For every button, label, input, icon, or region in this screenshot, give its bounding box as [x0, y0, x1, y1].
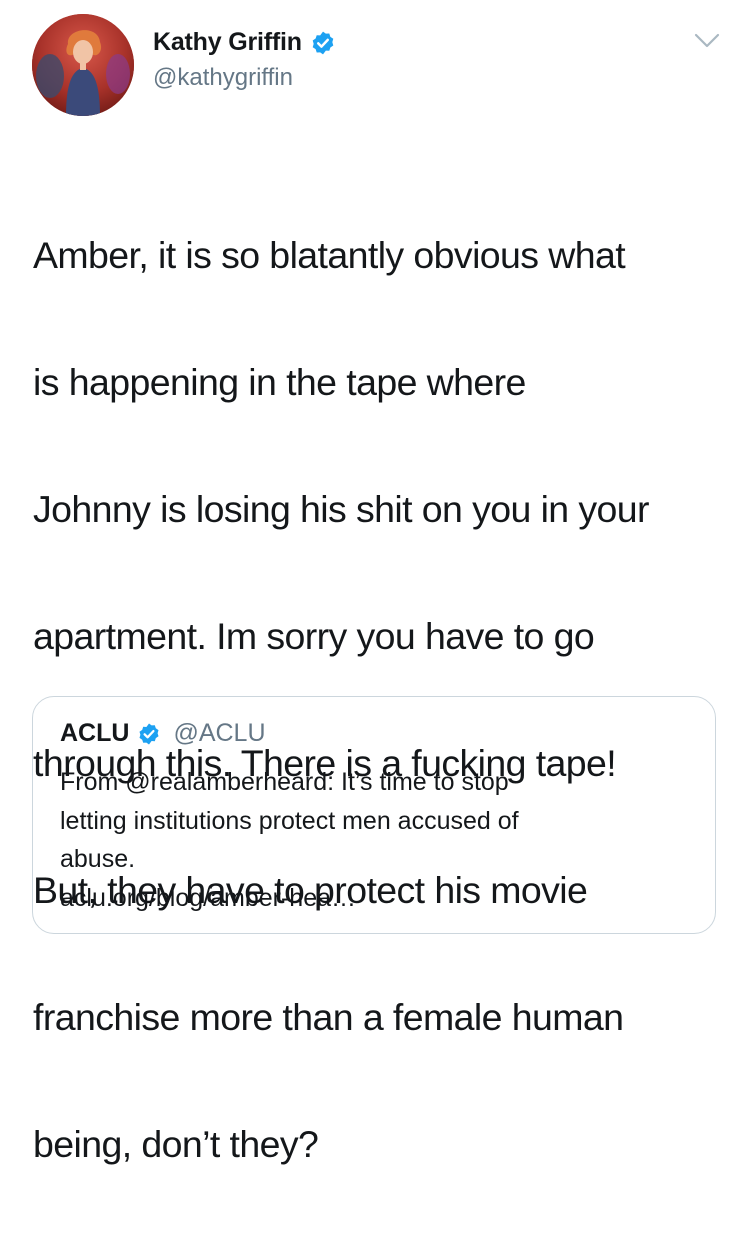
- tweet-text-line: apartment. Im sorry you have to go: [33, 614, 595, 657]
- author-name-row[interactable]: Kathy Griffin: [153, 28, 336, 57]
- quoted-text-line: abuse.: [60, 845, 136, 873]
- tweet-text-line: Amber, it is so blatantly obvious what: [33, 233, 626, 276]
- quoted-display-name: ACLU: [60, 719, 130, 747]
- quoted-tweet-card[interactable]: ACLU @ACLU From @realamberheard: It’s ti…: [32, 696, 716, 934]
- author-avatar[interactable]: [32, 14, 134, 116]
- chevron-down-icon[interactable]: [694, 32, 720, 50]
- quoted-text-line: From @realamberheard: It’s time to stop: [60, 768, 509, 796]
- quoted-text-line: letting institutions protect men accused…: [60, 806, 519, 835]
- tweet-text-line: is happening in the tape where: [33, 360, 526, 403]
- author-handle[interactable]: @kathygriffin: [153, 64, 293, 92]
- quoted-tweet-header: ACLU @ACLU: [60, 719, 266, 748]
- author-display-name[interactable]: Kathy Griffin: [153, 28, 302, 57]
- tweet-text-line: franchise more than a female human: [33, 995, 624, 1038]
- verified-badge-icon: [139, 723, 159, 744]
- quoted-tweet-text: From @realamberheard: It’s time to stop …: [60, 763, 700, 917]
- verified-badge-icon: [312, 31, 334, 54]
- quoted-handle: @ACLU: [173, 719, 266, 747]
- tweet: Kathy Griffin @kathygriffin Amber, it is…: [0, 0, 749, 1165]
- tweet-text-line: being, don’t they?: [33, 1122, 319, 1165]
- tweet-text-line: Johnny is losing his shit on you in your: [33, 487, 650, 530]
- profile-photo-icon: [32, 14, 134, 116]
- quoted-link[interactable]: aclu.org/blog/amber-hea…: [60, 879, 700, 918]
